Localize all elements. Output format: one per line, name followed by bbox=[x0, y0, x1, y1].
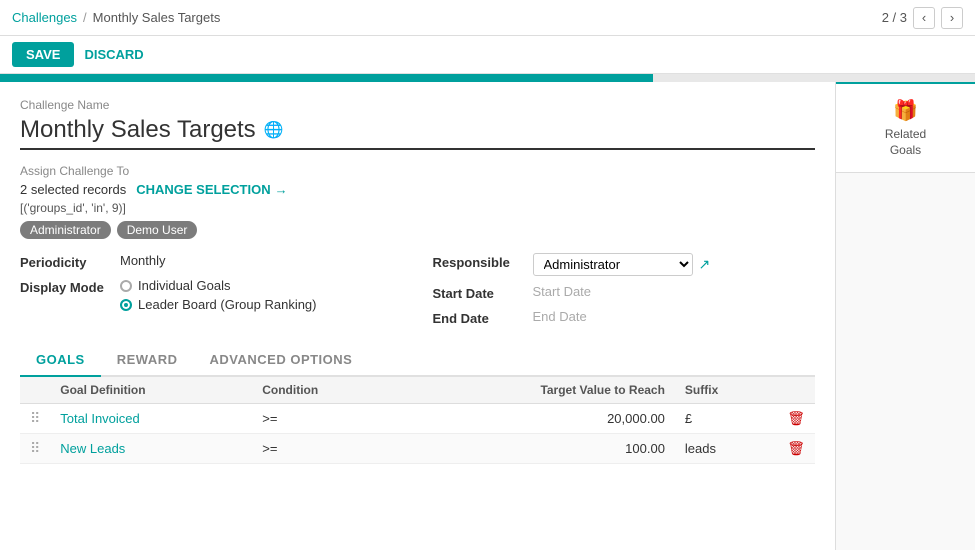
progress-bar bbox=[0, 74, 653, 82]
assign-row: 2 selected records CHANGE SELECTION → bbox=[20, 182, 815, 197]
drag-handle-1[interactable]: ⠿ bbox=[30, 410, 40, 426]
change-selection-button[interactable]: CHANGE SELECTION → bbox=[136, 182, 287, 197]
radio-label-individual: Individual Goals bbox=[138, 278, 231, 293]
radio-circle-leaderboard bbox=[120, 299, 132, 311]
delete-row-2-button[interactable]: 🗑 bbox=[787, 440, 805, 456]
col-goal-definition: Goal Definition bbox=[50, 377, 252, 404]
col-actions bbox=[777, 377, 815, 404]
tab-reward[interactable]: REWARD bbox=[101, 344, 194, 377]
domain-filter: [('groups_id', 'in', 9)] bbox=[20, 201, 815, 215]
record-navigation: 2 / 3 ‹ › bbox=[882, 7, 963, 29]
goal-link-new-leads[interactable]: New Leads bbox=[60, 441, 125, 456]
challenge-name-label: Challenge Name bbox=[20, 98, 815, 112]
start-date-label: Start Date bbox=[433, 284, 523, 301]
start-date-value[interactable]: Start Date bbox=[533, 284, 816, 299]
selected-records-count: 2 selected records bbox=[20, 182, 126, 197]
responsible-section: Responsible Administrator ↗ Start Date S… bbox=[433, 253, 816, 326]
periodicity-field: Periodicity Monthly Display Mode Individ… bbox=[20, 253, 403, 326]
responsible-row: Administrator ↗ bbox=[533, 253, 711, 276]
top-bar: Challenges / Monthly Sales Targets 2 / 3… bbox=[0, 0, 975, 36]
target-1: 20,000.00 bbox=[398, 404, 675, 434]
table-row: ⠿ New Leads >= 100.00 leads 🗑 bbox=[20, 434, 815, 464]
action-bar: SAVE DISCARD bbox=[0, 36, 975, 74]
external-link-icon[interactable]: ↗ bbox=[699, 256, 711, 273]
arrow-right-icon: → bbox=[275, 182, 288, 197]
goal-link-total-invoiced[interactable]: Total Invoiced bbox=[60, 411, 140, 426]
radio-circle-individual bbox=[120, 280, 132, 292]
breadcrumb-parent[interactable]: Challenges bbox=[12, 10, 77, 25]
end-date-label: End Date bbox=[433, 309, 523, 326]
radio-label-leaderboard: Leader Board (Group Ranking) bbox=[138, 297, 317, 312]
tab-goals[interactable]: GOALS bbox=[20, 344, 101, 377]
col-target: Target Value to Reach bbox=[398, 377, 675, 404]
tag-demo-user: Demo User bbox=[117, 221, 198, 239]
delete-row-1-button[interactable]: 🗑 bbox=[787, 410, 805, 426]
suffix-2: leads bbox=[675, 434, 777, 464]
gift-icon: 🎁 bbox=[893, 98, 918, 123]
col-drag bbox=[20, 377, 50, 404]
next-record-button[interactable]: › bbox=[941, 7, 963, 29]
col-suffix: Suffix bbox=[675, 377, 777, 404]
condition-2: >= bbox=[252, 434, 398, 464]
breadcrumb: Challenges / Monthly Sales Targets bbox=[12, 10, 882, 25]
prev-record-button[interactable]: ‹ bbox=[913, 7, 935, 29]
goals-table: Goal Definition Condition Target Value t… bbox=[20, 377, 815, 464]
col-condition: Condition bbox=[252, 377, 398, 404]
sidebar: 🎁 RelatedGoals bbox=[835, 82, 975, 550]
responsible-select[interactable]: Administrator bbox=[533, 253, 693, 276]
challenge-name-field: Monthly Sales Targets 🌐 bbox=[20, 116, 815, 150]
suffix-1: £ bbox=[675, 404, 777, 434]
content-area: Challenge Name Monthly Sales Targets 🌐 A… bbox=[0, 82, 835, 550]
record-position: 2 / 3 bbox=[882, 10, 907, 25]
radio-individual-goals[interactable]: Individual Goals bbox=[120, 278, 317, 293]
display-mode-label: Display Mode bbox=[20, 278, 110, 295]
assign-label: Assign Challenge To bbox=[20, 164, 815, 178]
save-button[interactable]: SAVE bbox=[12, 42, 74, 67]
form-grid: Periodicity Monthly Display Mode Individ… bbox=[20, 253, 815, 326]
sidebar-item-related-goals[interactable]: 🎁 RelatedGoals bbox=[836, 82, 975, 173]
periodicity-label: Periodicity bbox=[20, 253, 110, 270]
sidebar-label-related-goals: RelatedGoals bbox=[885, 127, 926, 158]
target-2: 100.00 bbox=[398, 434, 675, 464]
table-row: ⠿ Total Invoiced >= 20,000.00 £ 🗑 bbox=[20, 404, 815, 434]
drag-handle-2[interactable]: ⠿ bbox=[30, 440, 40, 456]
assign-section: Assign Challenge To 2 selected records C… bbox=[20, 164, 815, 239]
end-date-value[interactable]: End Date bbox=[533, 309, 816, 324]
progress-area bbox=[0, 74, 975, 82]
discard-button[interactable]: DISCARD bbox=[84, 47, 143, 62]
globe-icon: 🌐 bbox=[264, 120, 284, 140]
radio-leaderboard[interactable]: Leader Board (Group Ranking) bbox=[120, 297, 317, 312]
tab-advanced-options[interactable]: ADVANCED OPTIONS bbox=[194, 344, 369, 377]
breadcrumb-current: Monthly Sales Targets bbox=[93, 10, 221, 25]
breadcrumb-separator: / bbox=[83, 10, 87, 25]
tags-container: Administrator Demo User bbox=[20, 221, 815, 239]
tabs: GOALS REWARD ADVANCED OPTIONS bbox=[20, 344, 815, 377]
challenge-name-value[interactable]: Monthly Sales Targets bbox=[20, 116, 256, 144]
main-layout: Challenge Name Monthly Sales Targets 🌐 A… bbox=[0, 82, 975, 550]
display-mode-options: Individual Goals Leader Board (Group Ran… bbox=[120, 278, 317, 312]
periodicity-value: Monthly bbox=[120, 253, 403, 268]
tag-administrator: Administrator bbox=[20, 221, 111, 239]
condition-1: >= bbox=[252, 404, 398, 434]
responsible-label: Responsible bbox=[433, 253, 523, 270]
